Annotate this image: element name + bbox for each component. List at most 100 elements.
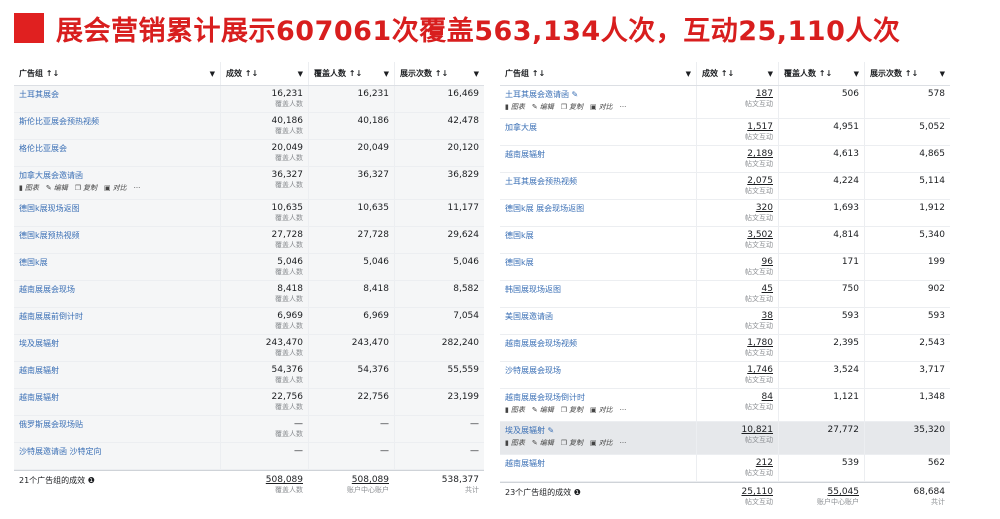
chevron-down-icon[interactable]: ▼ — [384, 70, 389, 78]
result-value[interactable]: 96 — [702, 257, 773, 267]
table-row[interactable]: 美国展邀请函 38 帖文互动 593 593 — [500, 308, 950, 335]
column-header[interactable]: 广告组 ↑↓ ▼ — [14, 62, 220, 85]
column-header[interactable]: 成效 ↑↓ ▼ — [220, 62, 308, 85]
table-row[interactable]: 俄罗斯展会现场贴 — 覆盖人数 — — — [14, 416, 484, 443]
column-header[interactable]: 展示次数 ↑↓ ▼ — [864, 62, 950, 85]
chart-button[interactable]: ▮ 图表 — [505, 102, 525, 112]
table-row[interactable]: 德国k展 96 帖文互动 171 199 — [500, 254, 950, 281]
column-header[interactable]: 覆盖人数 ↑↓ ▼ — [308, 62, 394, 85]
table-row[interactable]: 格伦比亚展会 20,049 覆盖人数 20,049 20,120 — [14, 140, 484, 167]
table-row[interactable]: 斯伦比亚展会预热视频 40,186 覆盖人数 40,186 42,478 — [14, 113, 484, 140]
result-value[interactable]: 3,502 — [702, 230, 773, 240]
table-row[interactable]: 越南展展前倒计时 6,969 覆盖人数 6,969 7,054 — [14, 308, 484, 335]
table-row[interactable]: 沙特展展会现场 1,746 帖文互动 3,524 3,717 — [500, 362, 950, 389]
result-value[interactable]: 2,075 — [702, 176, 773, 186]
table-row[interactable]: 德国k展预热视频 27,728 覆盖人数 27,728 29,624 — [14, 227, 484, 254]
result-value[interactable]: 212 — [702, 458, 773, 468]
column-header[interactable]: 广告组 ↑↓ ▼ — [500, 62, 696, 85]
copy-button[interactable]: ❐ 复制 — [75, 183, 97, 193]
ad-group-name-link[interactable]: 加拿大展 — [505, 122, 691, 133]
ad-group-name-link[interactable]: 加拿大展会邀请函 — [19, 170, 215, 181]
ad-group-name-link[interactable]: 越南展辐射 — [505, 149, 691, 160]
result-value[interactable]: 10,821 — [702, 425, 774, 435]
more-button[interactable]: ··· — [134, 183, 141, 193]
ad-group-name-link[interactable]: 斯伦比亚展会预热视频 — [19, 116, 215, 127]
table-row[interactable]: 埃及展辐射 243,470 覆盖人数 243,470 282,240 — [14, 335, 484, 362]
table-row[interactable]: 加拿大展会邀请函 ▮ 图表 ✎ 编辑 ❐ 复制 ▣ 对比 ··· 36,327 覆盖人数… — [14, 167, 484, 200]
more-button[interactable]: ··· — [620, 102, 627, 112]
ad-group-name-link[interactable]: 沙特展邀请函 沙特定向 — [19, 446, 215, 457]
column-header[interactable]: 展示次数 ↑↓ ▼ — [394, 62, 484, 85]
table-row[interactable]: 越南展辐射 2,189 帖文互动 4,613 4,865 — [500, 146, 950, 173]
compare-button[interactable]: ▣ 对比 — [104, 183, 127, 193]
chevron-down-icon[interactable]: ▼ — [768, 70, 773, 78]
edit-button[interactable]: ✎ 编辑 — [532, 438, 554, 448]
compare-button[interactable]: ▣ 对比 — [590, 405, 613, 415]
table-row[interactable]: 沙特展邀请函 沙特定向 — — — — [14, 443, 484, 470]
table-row[interactable]: 德国k展 3,502 帖文互动 4,814 5,340 — [500, 227, 950, 254]
result-value[interactable]: 187 — [702, 89, 773, 99]
table-row[interactable]: 土耳其展会预热视频 2,075 帖文互动 4,224 5,114 — [500, 173, 950, 200]
edit-button[interactable]: ✎ 编辑 — [46, 183, 68, 193]
more-button[interactable]: ··· — [620, 405, 627, 415]
chart-button[interactable]: ▮ 图表 — [505, 438, 525, 448]
column-header[interactable]: 覆盖人数 ↑↓ ▼ — [778, 62, 864, 85]
ad-group-name-link[interactable]: 土耳其展会预热视频 — [505, 176, 691, 187]
chevron-down-icon[interactable]: ▼ — [686, 70, 691, 78]
ad-group-name-link[interactable]: 韩国展现场返图 — [505, 284, 691, 295]
ad-group-name-link[interactable]: 越南展辐射 — [505, 458, 691, 469]
ad-group-name-link[interactable]: 土耳其展会 — [19, 89, 215, 100]
ad-group-name-link[interactable]: 德国k展 — [505, 257, 691, 268]
ad-group-name-link[interactable]: 越南展展会现场倒计时 — [505, 392, 691, 403]
table-row[interactable]: 土耳其展会邀请函 ✎ ▮ 图表 ✎ 编辑 ❐ 复制 ▣ 对比 ··· 187 帖文互动 … — [500, 86, 950, 119]
ad-group-name-link[interactable]: 越南展辐射 — [19, 392, 215, 403]
chevron-down-icon[interactable]: ▼ — [854, 70, 859, 78]
compare-button[interactable]: ▣ 对比 — [590, 102, 613, 112]
chart-button[interactable]: ▮ 图表 — [505, 405, 525, 415]
ad-group-name-link[interactable]: 埃及展辐射 ✎ — [505, 425, 691, 436]
ad-group-name-link[interactable]: 美国展邀请函 — [505, 311, 691, 322]
ad-group-name-link[interactable]: 德国k展 展会现场返图 — [505, 203, 691, 214]
ad-group-name-link[interactable]: 越南展展会现场 — [19, 284, 215, 295]
table-row[interactable]: 越南展展会现场倒计时 ▮ 图表 ✎ 编辑 ❐ 复制 ▣ 对比 ··· 84 帖文互动 1… — [500, 389, 950, 422]
result-value[interactable]: 2,189 — [702, 149, 773, 159]
copy-button[interactable]: ❐ 复制 — [561, 405, 583, 415]
table-row[interactable]: 土耳其展会 16,231 覆盖人数 16,231 16,469 — [14, 86, 484, 113]
total-reach[interactable]: 508,089 — [313, 475, 389, 485]
compare-button[interactable]: ▣ 对比 — [590, 438, 613, 448]
total-reach[interactable]: 55,045 — [783, 487, 860, 497]
ad-group-name-link[interactable]: 德国k展现场返图 — [19, 203, 215, 214]
ad-group-name-link[interactable]: 俄罗斯展会现场贴 — [19, 419, 215, 430]
ad-group-name-link[interactable]: 沙特展展会现场 — [505, 365, 691, 376]
table-row[interactable]: 加拿大展 1,517 帖文互动 4,951 5,052 — [500, 119, 950, 146]
table-row[interactable]: 德国k展 展会现场返图 320 帖文互动 1,693 1,912 — [500, 200, 950, 227]
ad-group-name-link[interactable]: 越南展展前倒计时 — [19, 311, 215, 322]
table-row[interactable]: 德国k展现场返图 10,635 覆盖人数 10,635 11,177 — [14, 200, 484, 227]
table-row[interactable]: 埃及展辐射 ✎ ▮ 图表 ✎ 编辑 ❐ 复制 ▣ 对比 ··· 10,821 帖文互动 … — [500, 422, 950, 455]
table-row[interactable]: 越南展展会现场视频 1,780 帖文互动 2,395 2,543 — [500, 335, 950, 362]
result-value[interactable]: 320 — [702, 203, 773, 213]
result-value[interactable]: 1,746 — [702, 365, 773, 375]
chevron-down-icon[interactable]: ▼ — [298, 70, 303, 78]
total-result[interactable]: 508,089 — [225, 475, 303, 485]
table-row[interactable]: 越南展辐射 22,756 覆盖人数 22,756 23,199 — [14, 389, 484, 416]
ad-group-name-link[interactable]: 越南展展会现场视频 — [505, 338, 691, 349]
table-row[interactable]: 越南展辐射 54,376 覆盖人数 54,376 55,559 — [14, 362, 484, 389]
result-value[interactable]: 1,517 — [702, 122, 773, 132]
result-value[interactable]: 84 — [702, 392, 773, 402]
ad-group-name-link[interactable]: 土耳其展会邀请函 ✎ — [505, 89, 691, 100]
ad-group-name-link[interactable]: 德国k展 — [19, 257, 215, 268]
ad-group-name-link[interactable]: 德国k展预热视频 — [19, 230, 215, 241]
ad-group-name-link[interactable]: 越南展辐射 — [19, 365, 215, 376]
edit-button[interactable]: ✎ 编辑 — [532, 102, 554, 112]
table-row[interactable]: 德国k展 5,046 覆盖人数 5,046 5,046 — [14, 254, 484, 281]
chevron-down-icon[interactable]: ▼ — [210, 70, 215, 78]
edit-button[interactable]: ✎ 编辑 — [532, 405, 554, 415]
result-value[interactable]: 1,780 — [702, 338, 773, 348]
table-row[interactable]: 越南展展会现场 8,418 覆盖人数 8,418 8,582 — [14, 281, 484, 308]
table-row[interactable]: 越南展辐射 212 帖文互动 539 562 — [500, 455, 950, 482]
more-button[interactable]: ··· — [620, 438, 627, 448]
total-result[interactable]: 25,110 — [701, 487, 774, 497]
chevron-down-icon[interactable]: ▼ — [474, 70, 479, 78]
column-header[interactable]: 成效 ↑↓ ▼ — [696, 62, 778, 85]
